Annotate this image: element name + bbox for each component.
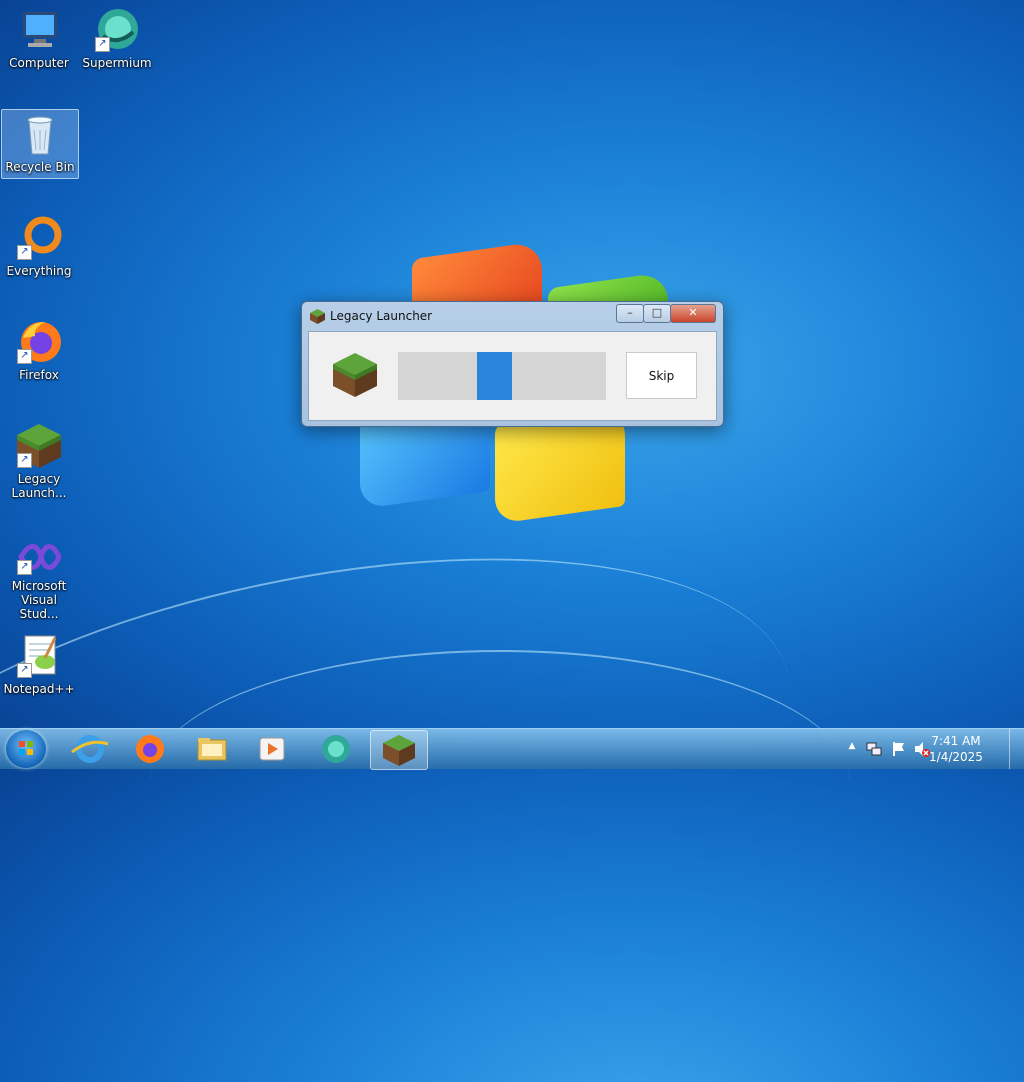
shortcut-arrow-icon: ↗ (17, 663, 32, 678)
maximize-button[interactable]: □ (643, 304, 671, 323)
desktop-icon-legacy-launcher[interactable]: ↗ Legacy Launch... (1, 422, 77, 500)
taskbar-file-explorer[interactable] (184, 730, 240, 768)
desktop-icon-label: Notepad++ (3, 682, 75, 696)
legacy-launcher-window: Legacy Launcher – □ ✕ Skip (301, 301, 724, 427)
taskbar-internet-explorer[interactable] (62, 730, 118, 768)
shortcut-arrow-icon: ↗ (95, 37, 110, 52)
window-title: Legacy Launcher (330, 309, 433, 323)
notepadpp-icon: ↗ (15, 632, 63, 680)
supermium-icon: ↗ (93, 6, 141, 54)
minimize-button[interactable]: – (616, 304, 644, 323)
network-icon[interactable] (866, 741, 882, 757)
minecraft-grass-icon: ↗ (15, 422, 63, 470)
progress-marquee (477, 352, 512, 400)
wallpaper-swoosh (150, 650, 850, 912)
everything-icon: ↗ (15, 214, 63, 262)
desktop-icon-everything[interactable]: ↗ Everything (1, 214, 77, 278)
desktop-icon-label: Firefox (19, 368, 59, 382)
windows-logo-icon (19, 741, 33, 755)
clock-time: 7:41 AM (931, 734, 981, 748)
desktop-icon-recycle-bin[interactable]: Recycle Bin (1, 109, 79, 179)
desktop-icon-firefox[interactable]: ↗ Firefox (1, 318, 77, 382)
progress-bar (398, 352, 606, 400)
taskbar-legacy-launcher[interactable] (370, 730, 428, 770)
taskbar-media-player[interactable] (244, 730, 300, 768)
desktop-icon-computer[interactable]: Computer (1, 6, 77, 70)
desktop-icon-label: Legacy Launch... (11, 472, 67, 500)
shortcut-arrow-icon: ↗ (17, 245, 32, 260)
close-button[interactable]: ✕ (670, 304, 716, 323)
shortcut-arrow-icon: ↗ (17, 560, 32, 575)
minecraft-grass-icon (310, 309, 325, 324)
window-client-area: Skip (308, 331, 717, 421)
show-desktop-button[interactable] (1009, 729, 1024, 769)
desktop-icon-label: Microsoft Visual Stud... (11, 579, 67, 621)
taskbar-supermium[interactable] (308, 730, 364, 768)
supermium-icon (322, 735, 350, 763)
taskbar-firefox[interactable] (122, 730, 178, 768)
desktop-icon-label: Recycle Bin (5, 160, 75, 174)
tray-clock[interactable]: 7:41 AM 1/4/2025 (916, 733, 996, 765)
recycle-bin-icon (16, 110, 64, 158)
action-center-flag-icon[interactable] (890, 741, 906, 757)
taskbar: ▲ 7:41 AM 1/4/2025 (0, 728, 1024, 770)
visual-studio-icon: ↗ (15, 537, 63, 577)
skip-button[interactable]: Skip (626, 352, 697, 399)
firefox-icon: ↗ (15, 318, 63, 366)
minecraft-grass-icon (331, 351, 379, 399)
show-hidden-icons-button[interactable]: ▲ (844, 741, 860, 757)
desktop-icon-visual-studio[interactable]: ↗ Microsoft Visual Stud... (1, 537, 77, 621)
computer-icon (15, 6, 63, 54)
start-button[interactable] (6, 730, 46, 768)
desktop-icon-label: Everything (6, 264, 72, 278)
shortcut-arrow-icon: ↗ (17, 453, 32, 468)
shortcut-arrow-icon: ↗ (17, 349, 32, 364)
file-explorer-icon (197, 738, 227, 761)
firefox-icon (136, 735, 164, 763)
minecraft-grass-icon (383, 735, 415, 766)
clock-date: 1/4/2025 (929, 750, 983, 764)
desktop-icon-notepadpp[interactable]: ↗ Notepad++ (1, 632, 77, 696)
desktop-icon-supermium[interactable]: ↗ Supermium (79, 6, 155, 70)
media-player-icon (259, 737, 285, 761)
desktop-icon-label: Supermium (82, 56, 152, 70)
desktop-icon-label: Computer (9, 56, 69, 70)
internet-explorer-icon (71, 735, 109, 763)
